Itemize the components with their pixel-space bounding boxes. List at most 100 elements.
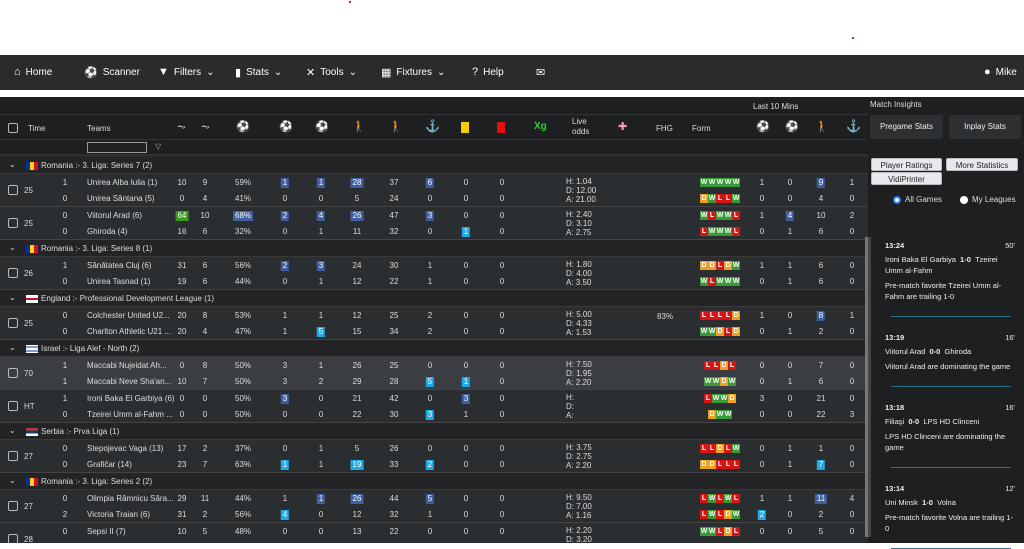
league-row[interactable]: ⌄Serbia :- Prva Liga (1) <box>0 423 868 440</box>
nav-home[interactable]: ⌂Home <box>14 66 52 78</box>
team-name[interactable]: Ironi Baka El Garbiya (6) <box>87 394 175 403</box>
teams-header[interactable]: Teams <box>87 124 111 133</box>
match-row[interactable]: 28H: 2.20D: 3.200Sepsi II (7)10548%00132… <box>0 523 868 543</box>
match-row[interactable]: 25H: 2.40D: 3.10A: 2.750Viitorul Arad (6… <box>0 207 868 240</box>
match-row[interactable]: 27H: 3.75D: 2.75A: 2.200Stepojevac Vaga … <box>0 440 868 473</box>
calendar-icon: ▦ <box>381 66 391 79</box>
match-checkbox[interactable] <box>8 185 18 195</box>
my-leagues-radio[interactable]: My Leagues <box>960 195 1016 204</box>
match-row[interactable]: 70H: 7.50D: 1.95A: 2.201Maccabi Nujeidat… <box>0 357 868 390</box>
collapse-chevron-icon[interactable]: ⌄ <box>9 476 16 485</box>
team-name[interactable]: Maccabi Nujeidat Ah... <box>87 361 167 370</box>
collapse-chevron-icon[interactable]: ⌄ <box>9 243 16 252</box>
form-W: W <box>732 261 740 270</box>
league-row[interactable]: ⌄ England :- Professional Development Lea… <box>0 290 868 307</box>
nav-user[interactable]: ●Mike <box>984 66 1017 78</box>
collapse-chevron-icon[interactable]: ⌄ <box>9 343 16 352</box>
team-name[interactable]: Stepojevac Vaga (13) <box>87 444 163 453</box>
match-row[interactable]: 26H: 1.80D: 4.00A: 3.501Sănătatea Cluj (… <box>0 257 868 290</box>
form-W: W <box>708 227 716 236</box>
nav-mail[interactable]: ✉ <box>536 66 545 79</box>
match-checkbox[interactable] <box>8 218 18 228</box>
nav-tools[interactable]: ✕Tools⌄ <box>306 66 357 79</box>
team-name[interactable]: Unirea Alba Iulia (1) <box>87 178 157 187</box>
match-row[interactable]: 25H: 5.00D: 4.33A: 1.5383%0Colchester Un… <box>0 307 868 340</box>
stat-value: 41% <box>233 194 253 204</box>
team-name[interactable]: Unirea Tasnad (1) <box>87 277 150 286</box>
stat-value: 22 <box>351 410 364 420</box>
nav-help[interactable]: ?Help <box>472 66 504 78</box>
last10-value: 0 <box>848 261 856 271</box>
all-games-radio[interactable]: All Games <box>893 195 942 204</box>
stat-value: 3 <box>281 394 289 404</box>
vidiprinter-button[interactable]: VidiPrinter <box>871 172 942 185</box>
last10-value: 1 <box>848 311 856 321</box>
red-card-icon <box>497 122 505 133</box>
select-all-checkbox[interactable] <box>8 123 18 133</box>
feed-score: 0-0 <box>929 347 940 356</box>
match-row[interactable]: HTH:D:A:1Ironi Baka El Garbiya (6)0050%3… <box>0 390 868 423</box>
match-checkbox[interactable] <box>8 368 18 378</box>
league-row[interactable]: ⌄Romania :- 3. Liga: Series 8 (1) <box>0 240 868 257</box>
team-filter-input[interactable] <box>87 142 147 153</box>
league-row[interactable]: ⌄Romania :- 3. Liga: Series 7 (2) <box>0 157 868 174</box>
nav-scanner[interactable]: ⚽Scanner <box>84 66 140 79</box>
match-row[interactable]: 27H: 9.50D: 7.00A: 1.160Olimpia Râmnicu … <box>0 490 868 523</box>
team-name[interactable]: Charlton Athletic U21 ... <box>87 327 171 336</box>
form-L: L <box>728 361 736 370</box>
stat-value: 4 <box>201 327 209 337</box>
team-name[interactable]: Sepsi II (7) <box>87 527 126 536</box>
matches-table: Last 10 Mins Time Teams ⏦ ⏦ ⚽ ⚽ ⚽ 🚶 🚶 ⚓ … <box>0 97 868 543</box>
league-name: England :- Professional Development Leag… <box>41 294 214 303</box>
stat-value: 0 <box>462 444 470 454</box>
team-name[interactable]: Tzeirei Umm al-Fahm ... <box>87 410 173 419</box>
stat-value: 0 <box>462 510 470 520</box>
team-name[interactable]: Ghiroda (4) <box>87 227 127 236</box>
league-row[interactable]: ⌄Romania :- 3. Liga: Series 2 (2) <box>0 473 868 490</box>
team-name[interactable]: Colchester United U2... <box>87 311 170 320</box>
pregame-stats-button[interactable]: Pregame Stats <box>870 115 943 139</box>
match-checkbox[interactable] <box>8 534 18 543</box>
league-row[interactable]: ⌄Israel :- Liga Alef - North (2) <box>0 340 868 357</box>
collapse-chevron-icon[interactable]: ⌄ <box>9 293 16 302</box>
team-name[interactable]: Grafičar (14) <box>87 460 132 469</box>
team-name[interactable]: Sănătatea Cluj (6) <box>87 261 151 270</box>
live-odds: H: 5.00 <box>566 310 592 319</box>
panel-scrollbar[interactable] <box>868 237 871 537</box>
nav-fixtures[interactable]: ▦Fixtures⌄ <box>381 66 445 79</box>
form-L: L <box>708 277 716 286</box>
feed-item[interactable]: 13:1816' Filiaşi 0-0 LPS HD Clinceni LPS… <box>885 402 1015 468</box>
last10-value: 0 <box>786 410 794 420</box>
feed-item[interactable]: 13:1412' Uni Minsk 1-0 Volna Pre-match f… <box>885 483 1015 549</box>
match-checkbox[interactable] <box>8 268 18 278</box>
filter-icon[interactable]: ▽ <box>155 142 161 151</box>
team-name[interactable]: Viitorul Arad (6) <box>87 211 142 220</box>
match-checkbox[interactable] <box>8 401 18 411</box>
match-checkbox[interactable] <box>8 318 18 328</box>
team-name[interactable]: Maccabi Neve Sha'an... <box>87 377 171 386</box>
match-checkbox[interactable] <box>8 501 18 511</box>
last10-value: 10 <box>815 211 828 221</box>
form-L: L <box>716 261 724 270</box>
nav-filters[interactable]: ▼Filters⌄ <box>158 66 215 78</box>
match-row[interactable]: 25H: 1.04D: 12.00A: 21.001Unirea Alba Iu… <box>0 174 868 207</box>
team-name[interactable]: Victoria Traian (6) <box>87 510 150 519</box>
more-statistics-button[interactable]: More Statistics <box>946 158 1018 171</box>
team-score: 0 <box>61 444 69 454</box>
collapse-chevron-icon[interactable]: ⌄ <box>9 160 16 169</box>
feed-item[interactable]: 13:1916' Viitorul Arad 0-0 Ghiroda Viito… <box>885 332 1015 387</box>
feed-item[interactable]: 13:2450' Ironi Baka El Garbiya 1-0 Tzeir… <box>885 240 1015 317</box>
collapse-chevron-icon[interactable]: ⌄ <box>9 426 16 435</box>
nav-stats[interactable]: ▮Stats⌄ <box>235 66 282 79</box>
time-header[interactable]: Time <box>28 124 45 133</box>
team-name[interactable]: Olimpia Râmnicu Săra... <box>87 494 174 503</box>
stat-value: 0 <box>426 394 434 404</box>
stat-value: 7 <box>201 460 209 470</box>
team-name[interactable]: Unirea Săntana (5) <box>87 194 155 203</box>
last10-value: 8 <box>817 311 825 321</box>
inplay-stats-button[interactable]: Inplay Stats <box>949 115 1021 139</box>
team-score: 1 <box>61 261 69 271</box>
form-badges: WWWWW <box>700 178 740 187</box>
player-ratings-button[interactable]: Player Ratings <box>871 158 942 171</box>
match-checkbox[interactable] <box>8 451 18 461</box>
